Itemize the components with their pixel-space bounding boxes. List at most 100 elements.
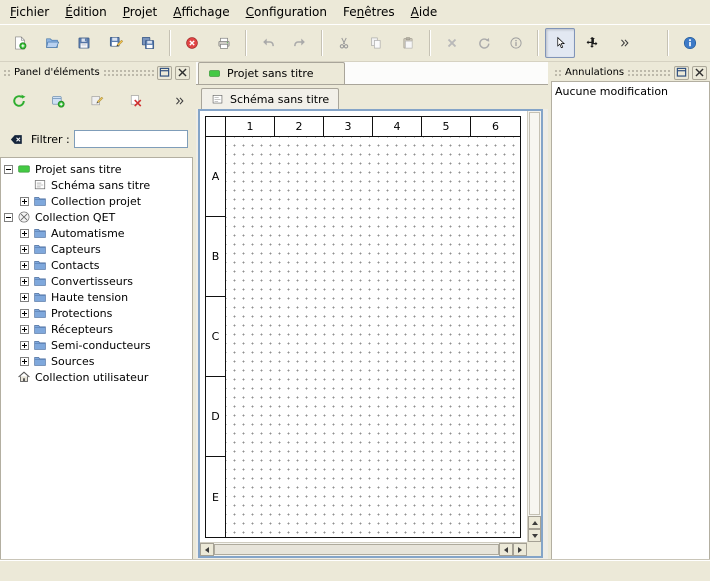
diagram-canvas[interactable]: 123456 ABCDE	[198, 109, 543, 558]
save-all-button[interactable]	[133, 28, 163, 58]
tree-item-projet-sans-titre[interactable]: Projet sans titre	[1, 161, 192, 177]
about-qet-button[interactable]	[675, 28, 705, 58]
tree-item-collection-projet[interactable]: Collection projet	[1, 193, 192, 209]
tree-item-sources[interactable]: Sources	[1, 353, 192, 369]
cut-icon	[337, 36, 351, 50]
scroll-up-button[interactable]	[528, 516, 541, 529]
tree-item-automatisme[interactable]: Automatisme	[1, 225, 192, 241]
select-mode-button[interactable]	[545, 28, 575, 58]
paste-button	[393, 28, 423, 58]
arrow-up-icon	[532, 518, 538, 525]
toolbar-more-button[interactable]	[609, 28, 639, 58]
menu-item-projet[interactable]: Projet	[115, 3, 165, 21]
filter-row: Filtrer :	[0, 127, 193, 151]
undo-empty-text: Aucune modification	[555, 84, 706, 99]
undo-panel-float-button[interactable]	[674, 66, 689, 80]
tree-item-recepteurs[interactable]: Récepteurs	[1, 321, 192, 337]
tree-item-convertisseurs[interactable]: Convertisseurs	[1, 273, 192, 289]
tab-schema[interactable]: Schéma sans titre	[201, 88, 339, 109]
delete-icon	[445, 36, 459, 50]
expander-plus-icon[interactable]	[20, 277, 29, 286]
schema-icon	[33, 178, 47, 192]
expander-plus-icon[interactable]	[20, 197, 29, 206]
menu-item-aide[interactable]: Aide	[403, 3, 446, 21]
filter-clear-button[interactable]	[5, 130, 27, 148]
elements-panel-close-button[interactable]	[175, 66, 190, 80]
tree-item-label: Contacts	[51, 259, 100, 272]
expander-plus-icon[interactable]	[20, 245, 29, 254]
rotate-icon	[477, 36, 491, 50]
elements-panel-titlebar[interactable]: Panel d'éléments	[0, 64, 193, 81]
expander-plus-icon[interactable]	[20, 293, 29, 302]
filter-clear-icon	[10, 133, 23, 146]
tree-item-collection-qet[interactable]: Collection QET	[1, 209, 192, 225]
row-header-D: D	[206, 377, 225, 457]
tree-item-label: Convertisseurs	[51, 275, 133, 288]
horizontal-scrollbar-thumb[interactable]	[214, 544, 499, 555]
tab-project[interactable]: Projet sans titre	[198, 62, 345, 84]
new-file-button[interactable]	[5, 28, 35, 58]
undo-panel-close-button[interactable]	[692, 66, 707, 80]
schema-dotted-grid[interactable]	[226, 137, 520, 537]
tree-item-haute-tension[interactable]: Haute tension	[1, 289, 192, 305]
scroll-left-button[interactable]	[200, 543, 214, 556]
open-project-button[interactable]	[37, 28, 67, 58]
home-icon	[17, 370, 31, 384]
print-button[interactable]	[209, 28, 239, 58]
menu-item-affichage[interactable]: Affichage	[165, 3, 237, 21]
expander-minus-icon[interactable]	[4, 165, 13, 174]
scroll-mode-button[interactable]	[577, 28, 607, 58]
vertical-scrollbar-thumb[interactable]	[529, 112, 540, 515]
filter-input[interactable]	[74, 130, 188, 148]
tree-item-collection-utilisateur[interactable]: Collection utilisateur	[1, 369, 192, 385]
reload-collections-button[interactable]	[4, 86, 34, 116]
tree-item-label: Semi-conducteurs	[51, 339, 151, 352]
expander-plus-icon[interactable]	[20, 341, 29, 350]
tree-item-contacts[interactable]: Contacts	[1, 257, 192, 273]
undo-history-list[interactable]: Aucune modification	[551, 81, 710, 560]
expander-plus-icon[interactable]	[20, 309, 29, 318]
expander-plus-icon[interactable]	[20, 325, 29, 334]
copy-button	[361, 28, 391, 58]
elements-panel-float-button[interactable]	[157, 66, 172, 80]
project-tab-label: Projet sans titre	[227, 67, 314, 80]
info-icon	[509, 36, 523, 50]
tree-item-protections[interactable]: Protections	[1, 305, 192, 321]
folder-icon	[33, 290, 47, 304]
dock-grip	[3, 69, 11, 77]
tree-item-label: Collection utilisateur	[35, 371, 148, 384]
folder-icon	[33, 354, 47, 368]
folder-icon	[33, 306, 47, 320]
close-file-icon	[185, 36, 199, 50]
save-button[interactable]	[69, 28, 99, 58]
scroll-left-button-2[interactable]	[499, 543, 513, 556]
scroll-right-button[interactable]	[513, 543, 527, 556]
undo-panel-titlebar[interactable]: Annulations	[551, 64, 710, 81]
new-element-button[interactable]	[43, 86, 73, 116]
tree-item-semi-conducteurs[interactable]: Semi-conducteurs	[1, 337, 192, 353]
expander-plus-icon[interactable]	[20, 261, 29, 270]
menu-item-fichier[interactable]: Fichier	[2, 3, 57, 21]
undo-icon	[261, 36, 275, 50]
horizontal-scrollbar[interactable]	[200, 542, 527, 556]
expander-plus-icon[interactable]	[20, 229, 29, 238]
scroll-down-button[interactable]	[528, 529, 541, 542]
project-icon	[208, 67, 221, 80]
expander-minus-icon[interactable]	[4, 213, 13, 222]
save-as-button[interactable]	[101, 28, 131, 58]
vertical-scrollbar[interactable]	[527, 111, 541, 542]
element-infos-button	[501, 28, 531, 58]
toolbar-separator	[245, 30, 247, 56]
menu-item-configuration[interactable]: Configuration	[238, 3, 335, 21]
close-file-button[interactable]	[177, 28, 207, 58]
elements-toolbar-more-button[interactable]	[171, 86, 187, 116]
menu-item-edition[interactable]: Édition	[57, 3, 115, 21]
tree-item-schema-sans-titre[interactable]: Schéma sans titre	[1, 177, 192, 193]
filter-label: Filtrer :	[31, 133, 70, 146]
delete-element-button[interactable]	[121, 86, 151, 116]
tree-item-label: Collection projet	[51, 195, 141, 208]
menu-item-fenetres[interactable]: Fenêtres	[335, 3, 403, 21]
expander-plus-icon[interactable]	[20, 357, 29, 366]
tree-item-capteurs[interactable]: Capteurs	[1, 241, 192, 257]
close-icon	[176, 66, 189, 79]
